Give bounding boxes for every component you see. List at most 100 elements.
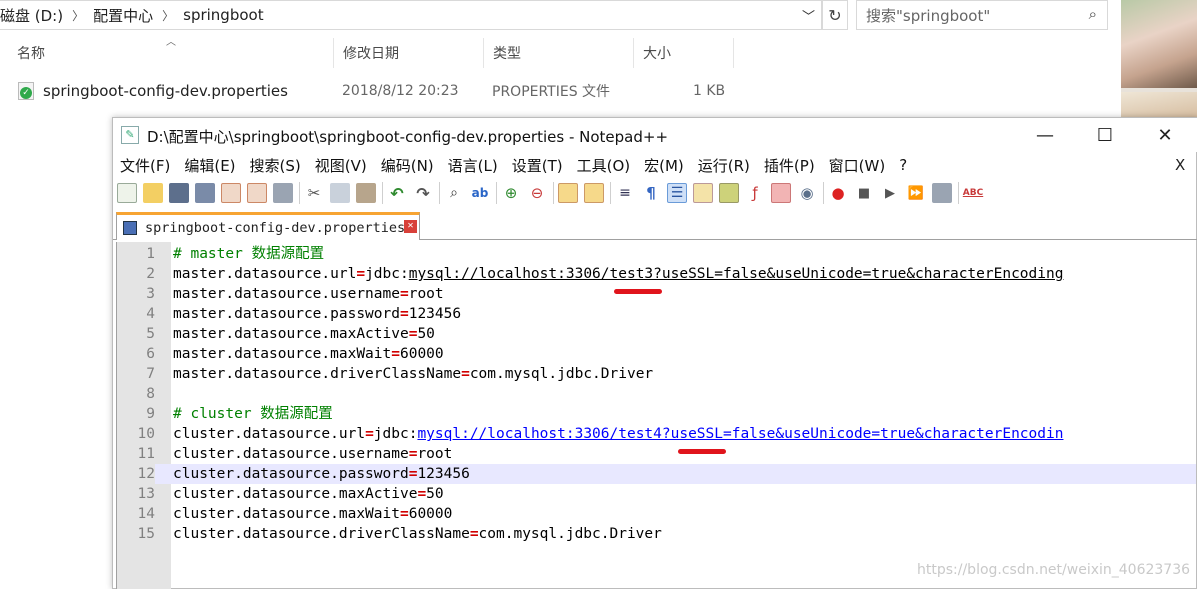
menu-file[interactable]: 文件(F)	[120, 155, 170, 176]
cut-icon[interactable]: ✂	[304, 183, 324, 203]
watermark: https://blog.csdn.net/weixin_40623736	[917, 562, 1191, 578]
undo-icon[interactable]: ↶	[387, 183, 407, 203]
menu-encoding[interactable]: 编码(N)	[381, 155, 434, 176]
code-line[interactable]: 3 master.datasource.username=root	[117, 284, 1196, 304]
code-line[interactable]: 4 master.datasource.password=123456	[117, 304, 1196, 324]
property-value: com.mysql.jdbc.Driver	[469, 366, 654, 382]
code-line[interactable]: 1 # master 数据源配置	[117, 244, 1196, 264]
property-value: 50	[417, 326, 435, 342]
code-editor[interactable]: 1 # master 数据源配置 2 master.datasource.url=jd…	[116, 242, 1196, 589]
monitoring-eye-icon[interactable]: ◉	[797, 183, 817, 203]
replace-icon[interactable]: ab	[470, 183, 490, 203]
close-all-icon[interactable]	[247, 183, 267, 203]
tab-springboot-config-dev[interactable]: springboot-config-dev.properties ✕	[116, 212, 420, 240]
jdbc-url-link[interactable]: mysql://localhost:3306/test4?useSSL=fals…	[417, 426, 1063, 442]
property-key: cluster.datasource.driverClassName	[173, 526, 470, 542]
run-macro-multiple-icon[interactable]: ⏩	[906, 183, 926, 203]
code-line[interactable]: 6 master.datasource.maxWait=60000	[117, 344, 1196, 364]
show-all-characters-icon[interactable]: ¶	[641, 183, 661, 203]
search-input[interactable]: 搜索"springboot" ⌕	[856, 0, 1108, 30]
search-icon[interactable]: ⌕	[1089, 5, 1097, 23]
menu-search[interactable]: 搜索(S)	[250, 155, 301, 176]
save-all-icon[interactable]	[195, 183, 215, 203]
menu-language[interactable]: 语言(L)	[448, 155, 498, 176]
paste-icon[interactable]	[356, 183, 376, 203]
code-line[interactable]: 15 cluster.datasource.driverClassName=com…	[117, 524, 1196, 544]
word-wrap-icon[interactable]: ≡	[615, 183, 635, 203]
menu-window[interactable]: 窗口(W)	[829, 155, 886, 176]
spell-check-icon[interactable]: ABC	[963, 183, 983, 203]
menu-macro[interactable]: 宏(M)	[644, 155, 684, 176]
line-number: 7	[146, 366, 155, 382]
column-header-label: 类型	[493, 46, 521, 62]
sync-horizontal-icon[interactable]	[584, 183, 604, 203]
tab-close-icon[interactable]: ✕	[404, 220, 417, 233]
zoom-out-icon[interactable]: ⊖	[527, 183, 547, 203]
close-document-button[interactable]: X	[1175, 156, 1185, 174]
find-icon[interactable]: ⌕	[444, 183, 464, 203]
column-header-type[interactable]: 类型	[484, 38, 634, 68]
code-line[interactable]: 9 # cluster 数据源配置	[117, 404, 1196, 424]
code-text: cluster.datasource.driverClassName=com.m…	[173, 524, 662, 544]
file-modified: 2018/8/12 20:23	[342, 83, 459, 99]
code-line[interactable]: 5 master.datasource.maxActive=50	[117, 324, 1196, 344]
breadcrumb-drive[interactable]: 磁盘 (D:)	[0, 5, 63, 26]
maximize-button[interactable]: ☐	[1082, 118, 1128, 152]
code-line[interactable]: 13 cluster.datasource.maxActive=50	[117, 484, 1196, 504]
code-line[interactable]: 11 cluster.datasource.username=root	[117, 444, 1196, 464]
folder-workspace-icon[interactable]	[771, 183, 791, 203]
redo-icon[interactable]: ↷	[413, 183, 433, 203]
menu-plugins[interactable]: 插件(P)	[764, 155, 815, 176]
property-value-prefix: jdbc:	[373, 426, 418, 442]
menu-view[interactable]: 视图(V)	[315, 155, 367, 176]
user-language-icon[interactable]	[693, 183, 713, 203]
open-file-icon[interactable]	[143, 183, 163, 203]
code-text: cluster.datasource.url=jdbc:mysql://loca…	[173, 424, 1063, 444]
code-line[interactable]: 12 cluster.datasource.password=123456	[117, 464, 1196, 484]
menu-edit[interactable]: 编辑(E)	[184, 155, 235, 176]
code-text: cluster.datasource.password=123456	[173, 464, 470, 484]
zoom-in-icon[interactable]: ⊕	[501, 183, 521, 203]
address-dropdown-icon[interactable]: ﹀	[802, 6, 815, 25]
refresh-icon[interactable]: ↻	[822, 0, 848, 30]
code-line[interactable]: 2 master.datasource.url=jdbc:mysql://loca…	[117, 264, 1196, 284]
title-bar[interactable]: ✎ D:\配置中心\springboot\springboot-config-d…	[113, 118, 1197, 152]
function-list-icon[interactable]: ƒ	[745, 183, 765, 203]
play-macro-icon[interactable]: ▶	[880, 183, 900, 203]
code-text: cluster.datasource.username=root	[173, 444, 452, 464]
record-macro-icon[interactable]: ●	[828, 183, 848, 203]
property-value: 123456	[417, 466, 470, 482]
code-line[interactable]: 8	[117, 384, 1196, 404]
save-macro-icon[interactable]	[932, 183, 952, 203]
address-bar[interactable]: 磁盘 (D:) 〉 配置中心 〉 springboot	[0, 0, 822, 30]
sync-vertical-icon[interactable]	[558, 183, 578, 203]
column-header-size[interactable]: 大小	[634, 38, 734, 68]
menu-help[interactable]: ?	[899, 156, 907, 174]
menu-tools[interactable]: 工具(O)	[577, 155, 631, 176]
stop-macro-icon[interactable]: ■	[854, 183, 874, 203]
file-name[interactable]: springboot-config-dev.properties	[43, 78, 288, 104]
code-line[interactable]: 14 cluster.datasource.maxWait=60000	[117, 504, 1196, 524]
close-button[interactable]: ✕	[1142, 118, 1188, 152]
minimize-button[interactable]: —	[1022, 118, 1068, 152]
code-line[interactable]: 7 master.datasource.driverClassName=com.m…	[117, 364, 1196, 384]
copy-icon[interactable]	[330, 183, 350, 203]
jdbc-url-link[interactable]: mysql://localhost:3306/test3?useSSL=fals…	[409, 266, 1064, 282]
close-file-icon[interactable]	[221, 183, 241, 203]
document-map-icon[interactable]	[719, 183, 739, 203]
toolbar-separator	[610, 182, 611, 204]
breadcrumb-config-center[interactable]: 配置中心	[93, 5, 153, 26]
column-header-name[interactable]: 名称	[8, 38, 334, 68]
menu-run[interactable]: 运行(R)	[698, 155, 750, 176]
property-value: root	[408, 286, 444, 302]
new-file-icon[interactable]	[117, 183, 137, 203]
column-header-modified[interactable]: 修改日期	[334, 38, 484, 68]
code-text: master.datasource.maxActive=50	[173, 324, 435, 344]
code-text: cluster.datasource.maxWait=60000	[173, 504, 452, 524]
save-icon[interactable]	[169, 183, 189, 203]
breadcrumb-springboot[interactable]: springboot	[183, 6, 263, 24]
indent-guide-icon[interactable]: ☰	[667, 183, 687, 203]
code-line[interactable]: 10 cluster.datasource.url=jdbc:mysql://lo…	[117, 424, 1196, 444]
print-icon[interactable]	[273, 183, 293, 203]
menu-settings[interactable]: 设置(T)	[512, 155, 563, 176]
